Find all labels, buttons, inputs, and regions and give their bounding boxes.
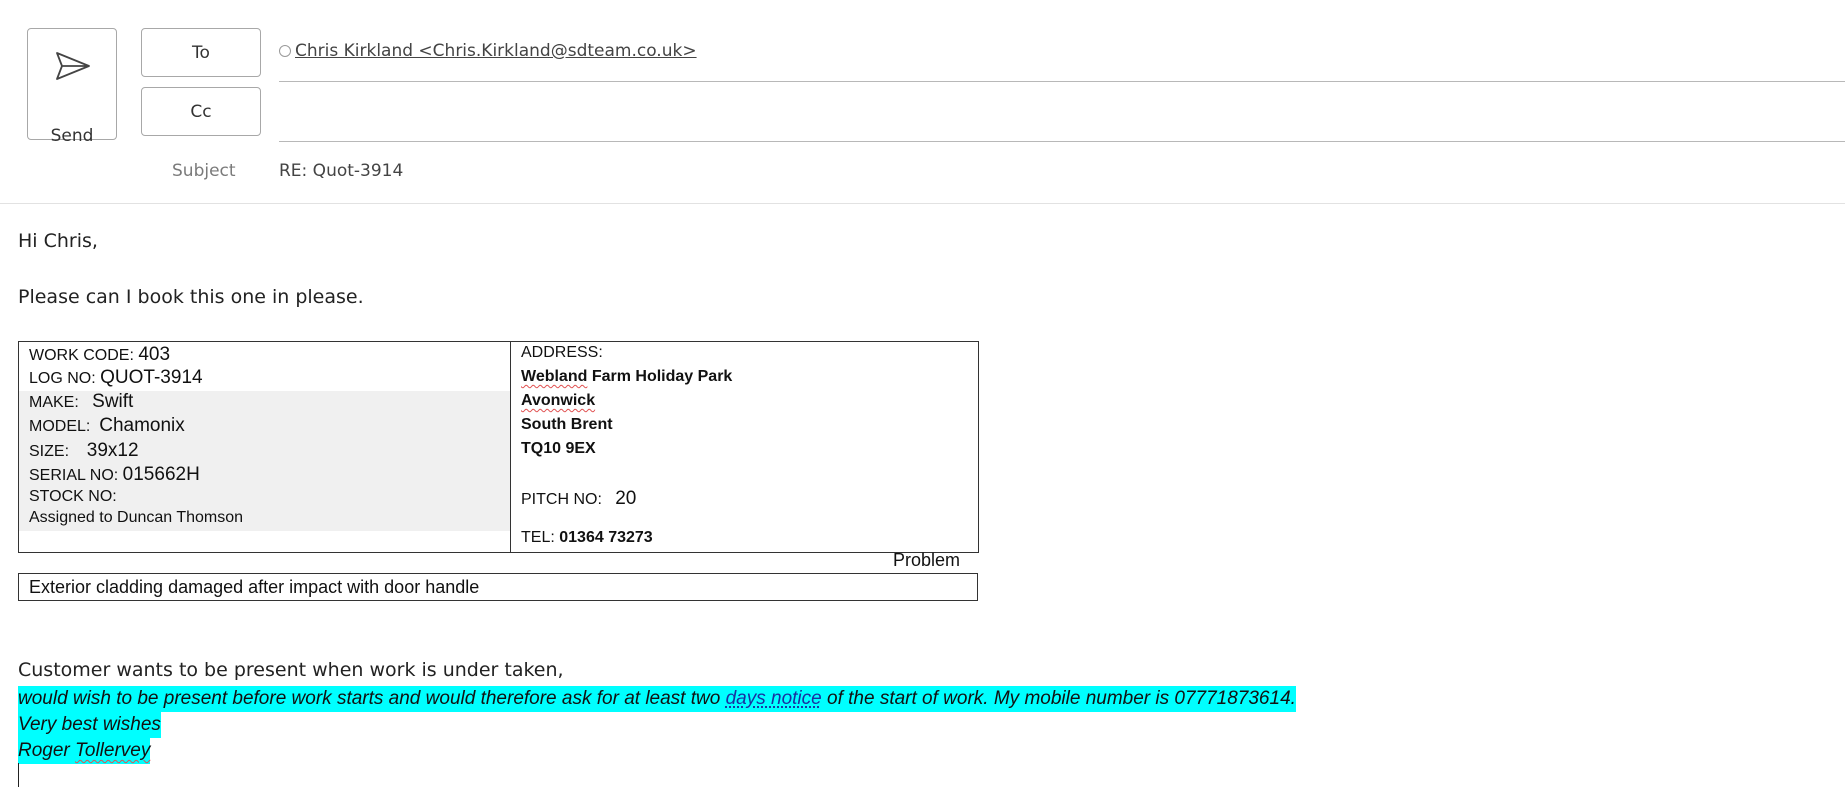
tel-value: 01364 73273	[559, 529, 653, 546]
model-row: MODEL: Chamonix	[29, 415, 185, 437]
tel-row: TEL: 01364 73273	[521, 529, 653, 547]
compose-header: Send To Cc Chris Kirkland <Chris.Kirklan…	[0, 0, 1845, 204]
address-line-1-b: Farm Holiday Park	[587, 368, 733, 385]
recipient-chip[interactable]: Chris Kirkland <Chris.Kirkland@sdteam.co…	[279, 41, 697, 61]
problem-description: Exterior cladding damaged after impact w…	[18, 573, 978, 601]
quoted-line-1-post: of the start of work. My mobile number i…	[821, 688, 1296, 709]
pitch-row: PITCH NO: 20	[521, 488, 636, 510]
work-code-label: WORK CODE:	[29, 347, 134, 364]
address-line-3: South Brent	[521, 416, 613, 433]
make-row: MAKE: Swift	[29, 391, 133, 413]
pitch-label: PITCH NO:	[521, 491, 602, 508]
send-button[interactable]: Send	[27, 28, 117, 146]
make-label: MAKE:	[29, 394, 79, 411]
days-notice-link[interactable]: days notice	[726, 688, 822, 709]
address-line-2: Avonwick	[521, 392, 595, 410]
message-body[interactable]: Hi Chris, Please can I book this one in …	[0, 203, 1845, 791]
address-line-4: TQ10 9EX	[521, 440, 596, 457]
stock-label: STOCK NO:	[29, 488, 117, 505]
assigned-text: Assigned to Duncan Thomson	[29, 509, 244, 526]
model-value: Chamonix	[99, 415, 185, 436]
paper-plane-icon	[56, 52, 90, 80]
subject-label: Subject	[172, 161, 236, 181]
work-code-row: WORK CODE: 403	[29, 344, 170, 366]
pitch-value: 20	[615, 488, 637, 509]
greeting-text: Hi Chris,	[18, 230, 98, 252]
recipient-name[interactable]: Chris Kirkland <Chris.Kirkland@sdteam.co…	[295, 41, 697, 61]
size-row: SIZE: 39x12	[29, 440, 139, 462]
quoted-line-2: Very best wishes	[18, 712, 161, 738]
tel-label: TEL:	[521, 529, 555, 546]
text-cursor	[18, 763, 19, 787]
stock-row: STOCK NO:	[29, 488, 117, 506]
quoted-line-1: would wish to be present before work sta…	[18, 686, 1296, 712]
address-label: ADDRESS:	[521, 344, 603, 361]
problem-label: Problem	[893, 550, 961, 570]
to-field[interactable]: Chris Kirkland <Chris.Kirkland@sdteam.co…	[279, 28, 1845, 82]
presence-circle-icon	[279, 45, 291, 57]
job-card-address: ADDRESS: Webland Farm Holiday Park Avonw…	[511, 342, 978, 552]
request-text: Please can I book this one in please.	[18, 286, 364, 308]
to-button[interactable]: To	[141, 28, 261, 77]
serial-value: 015662H	[122, 464, 200, 485]
quoted-line-1-pre: would wish to be present before work sta…	[18, 688, 726, 709]
serial-label: SERIAL NO:	[29, 467, 119, 484]
assigned-row: Assigned to Duncan Thomson	[29, 509, 243, 527]
cc-field[interactable]	[279, 88, 1845, 142]
address-line-1-a: Webland	[521, 368, 588, 385]
quoted-line-3-b: Tollervey	[75, 740, 151, 761]
address-line-2-text: Avonwick	[521, 392, 596, 409]
subject-field[interactable]: RE: Quot-3914	[279, 161, 403, 181]
cc-button[interactable]: Cc	[141, 87, 261, 136]
log-no-row: LOG NO: QUOT-3914	[29, 367, 203, 389]
send-label: Send	[50, 126, 94, 146]
quoted-line-3: Roger Tollervey	[18, 738, 151, 764]
address-line-1: Webland Farm Holiday Park	[521, 368, 732, 386]
job-card-table: WORK CODE: 403 LOG NO: QUOT-3914 MAKE: S…	[18, 341, 979, 553]
size-label: SIZE:	[29, 443, 70, 460]
size-value: 39x12	[86, 440, 139, 461]
quoted-line-3-a: Roger	[18, 740, 76, 761]
customer-note: Customer wants to be present when work i…	[18, 659, 564, 681]
job-card-details: WORK CODE: 403 LOG NO: QUOT-3914 MAKE: S…	[19, 342, 511, 552]
log-no-value: QUOT-3914	[100, 367, 203, 388]
model-label: MODEL:	[29, 418, 91, 435]
make-value: Swift	[92, 391, 134, 412]
log-no-label: LOG NO:	[29, 370, 96, 387]
serial-row: SERIAL NO: 015662H	[29, 464, 200, 486]
work-code-value: 403	[138, 344, 171, 365]
